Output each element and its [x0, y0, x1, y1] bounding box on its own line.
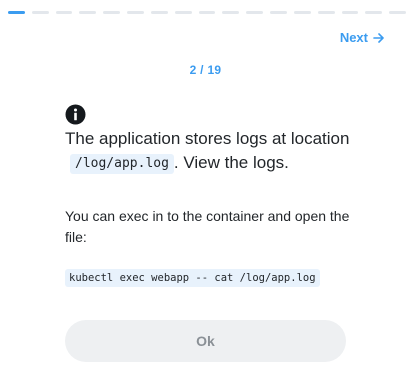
command-snippet: kubectl exec webapp -- cat /log/app.log	[65, 269, 320, 287]
progress-segment	[127, 11, 144, 14]
next-label: Next	[339, 30, 368, 45]
progress-segment	[55, 11, 73, 14]
info-icon	[65, 104, 86, 125]
progress-segment	[270, 11, 287, 14]
progress-segment	[198, 11, 216, 14]
log-path-code: /log/app.log	[70, 154, 174, 174]
question-text: The application stores logs at location …	[65, 127, 385, 175]
progress-segment	[103, 11, 121, 14]
ok-button[interactable]: Ok	[65, 320, 346, 362]
progress-segment	[389, 11, 406, 14]
hint-text: You can exec in to the container and ope…	[65, 208, 350, 245]
question-text-after: . View the logs.	[173, 153, 289, 172]
step-counter: 2 / 19	[189, 63, 222, 77]
arrow-right-icon	[373, 32, 385, 44]
question-text-before: The application stores logs at location	[65, 129, 350, 148]
progress-segment	[365, 11, 383, 14]
progress-segment	[293, 11, 311, 14]
next-button[interactable]: Next	[340, 30, 385, 45]
progress-segment	[341, 11, 359, 14]
progress-bar	[8, 11, 406, 14]
progress-segment	[79, 11, 97, 14]
progress-segment	[174, 11, 192, 14]
progress-segment	[317, 11, 335, 14]
progress-segment	[31, 11, 49, 14]
progress-segment	[246, 11, 264, 14]
progress-segment-active	[8, 11, 25, 14]
progress-segment	[222, 11, 240, 14]
progress-segment	[150, 11, 168, 14]
